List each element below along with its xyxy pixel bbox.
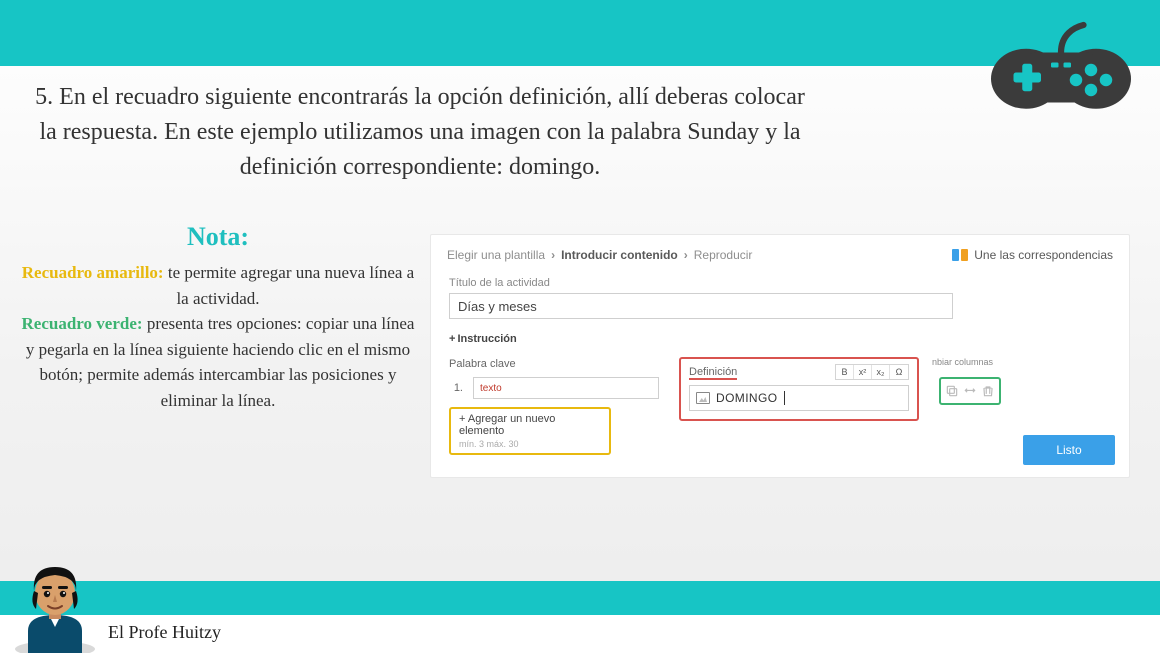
match-template-label: Une las correspondencias (974, 248, 1113, 262)
keyword-input[interactable]: texto (473, 377, 659, 399)
crumb-3[interactable]: Reproducir (694, 248, 753, 262)
format-toolbar: B x² x₂ Ω (835, 364, 909, 380)
delete-icon[interactable] (981, 384, 995, 398)
subscript-button[interactable]: x₂ (872, 365, 890, 379)
note-yellow: Recuadro amarillo: te permite agregar un… (18, 260, 418, 311)
instruction-label: Instrucción (457, 333, 516, 345)
crumb-1[interactable]: Elegir una plantilla (447, 248, 545, 262)
crumb-sep-2: › (684, 248, 688, 262)
slide-heading: 5. En el recuadro siguiente encontrarás … (30, 80, 810, 184)
text-cursor (784, 391, 785, 405)
match-icon (952, 248, 968, 262)
definition-input[interactable]: DOMINGO (689, 385, 909, 411)
teacher-avatar (10, 553, 100, 653)
breadcrumb-bar: Elegir una plantilla › Introducir conten… (431, 235, 1129, 275)
activity-title-input[interactable]: Días y meses (449, 293, 953, 319)
swap-icon[interactable] (963, 384, 977, 398)
note-green: Recuadro verde: presenta tres opciones: … (18, 311, 418, 413)
swap-columns-button[interactable]: nbiar columnas (932, 357, 993, 367)
crumb-sep-1: › (551, 248, 555, 262)
bold-button[interactable]: B (836, 365, 854, 379)
keyword-header: Palabra clave (449, 357, 659, 371)
definition-value: DOMINGO (716, 391, 777, 405)
add-element-label: + Agregar un nuevo elemento (459, 413, 601, 437)
done-button[interactable]: Listo (1023, 435, 1115, 465)
notes-column: Nota: Recuadro amarillo: te permite agre… (18, 222, 418, 413)
definition-header: Definición (689, 366, 737, 378)
gamepad-icon (986, 10, 1136, 110)
crumb-2[interactable]: Introducir contenido (561, 248, 678, 262)
activity-title-label: Título de la actividad (449, 277, 1111, 289)
match-template-link[interactable]: Une las correspondencias (952, 248, 1113, 262)
omega-button[interactable]: Ω (890, 365, 908, 379)
add-element-text: Agregar un nuevo elemento (459, 413, 555, 437)
plus-icon-2: + (459, 413, 468, 425)
row-number: 1. (449, 382, 463, 394)
note-green-label: Recuadro verde: (22, 314, 143, 333)
app-screenshot: Elegir una plantilla › Introducir conten… (430, 234, 1130, 478)
plus-icon: + (449, 333, 455, 345)
note-yellow-label: Recuadro amarillo: (22, 263, 164, 282)
row-actions-box (939, 377, 1001, 405)
superscript-button[interactable]: x² (854, 365, 872, 379)
notes-title: Nota: (18, 222, 418, 252)
add-instruction[interactable]: +Instrucción (449, 333, 1111, 345)
image-icon[interactable] (696, 392, 710, 404)
definition-highlight-box: Definición B x² x₂ Ω nbiar columnas DOM (679, 357, 919, 421)
note-yellow-text: te permite agregar una nueva línea a la … (164, 263, 415, 308)
add-element-hint: mín. 3 máx. 30 (459, 439, 601, 449)
copy-icon[interactable] (945, 384, 959, 398)
footer-author: El Profe Huitzy (108, 622, 221, 643)
add-element-box[interactable]: + Agregar un nuevo elemento mín. 3 máx. … (449, 407, 611, 455)
